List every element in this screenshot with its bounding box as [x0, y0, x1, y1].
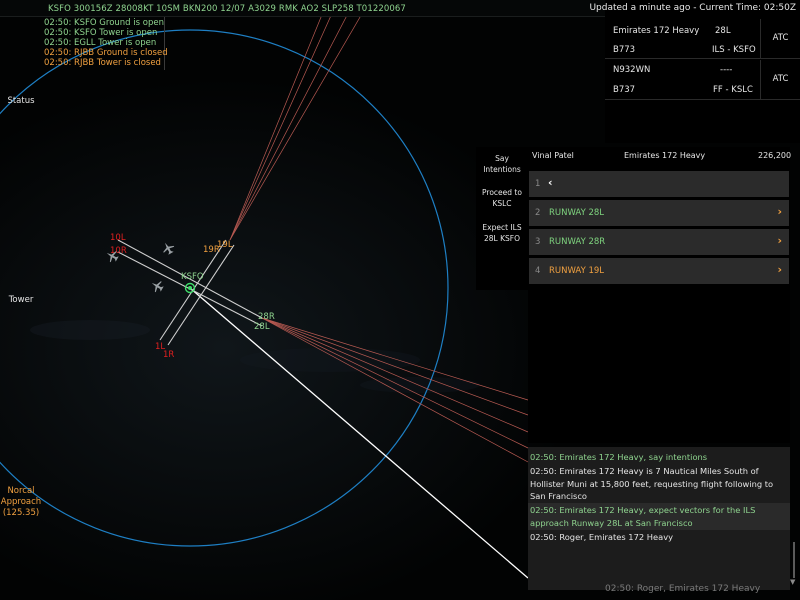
- facility-log-line: 02:50: RJBB Ground is closed: [44, 48, 168, 58]
- menu-option-runway-28l[interactable]: 2 RUNWAY 28L ›: [529, 200, 789, 226]
- score: 226,200: [758, 151, 792, 160]
- option-number: 2: [535, 208, 541, 218]
- strip-runway: ----: [720, 65, 733, 75]
- metar-text: KSFO 300156Z 28008KT 10SM BKN200 12/07 A…: [48, 4, 406, 14]
- chevron-right-icon: ›: [777, 234, 782, 247]
- option-number: 4: [535, 266, 541, 276]
- airport-label: KSFO: [181, 272, 204, 282]
- option-label: RUNWAY 28R: [549, 237, 606, 247]
- log-entry: 02:50: Roger, Emirates 172 Heavy: [530, 532, 674, 542]
- facility-log-line: 02:50: KSFO Ground is open: [44, 18, 164, 28]
- menu-option-runway-28r[interactable]: 3 RUNWAY 28R ›: [529, 229, 789, 255]
- flight-strip[interactable]: N932WN ---- B737 FF - KSLC ATC: [605, 60, 800, 100]
- back-icon: ‹: [548, 176, 553, 189]
- runway-label-10l: 10L: [110, 233, 126, 243]
- command-say-intentions[interactable]: Say Intentions: [476, 153, 528, 175]
- menu-option-runway-19l[interactable]: 4 RUNWAY 19L ›: [529, 258, 789, 284]
- chevron-right-icon: ›: [777, 205, 782, 218]
- status-bar: Updated a minute ago - Current Time: 02:…: [589, 0, 800, 17]
- strip-atc-button[interactable]: ATC: [760, 19, 800, 59]
- sidebar-norcal-approach[interactable]: Norcal Approach (125.35): [0, 486, 42, 519]
- strip-callsign: N932WN: [613, 65, 651, 75]
- controller-name: Vinal Patel: [532, 151, 574, 160]
- log-entry: 02:50: Emirates 172 Heavy, expect vector…: [528, 503, 790, 530]
- norcal-label-1: Norcal: [7, 486, 35, 496]
- command-label: Expect ILS: [482, 223, 522, 232]
- ghost-message: 02:50: Roger, Emirates 172 Heavy: [605, 584, 761, 594]
- sidebar-tower[interactable]: Tower: [0, 295, 42, 306]
- command-menu: Vinal Patel Emirates 172 Heavy 226,200 1…: [528, 147, 792, 443]
- norcal-frequency: (125.35): [2, 508, 40, 518]
- option-number: 1: [535, 179, 541, 189]
- facility-log-line: 02:50: EGLL Tower is open: [44, 38, 157, 48]
- strip-route: ILS - KSFO: [712, 45, 756, 55]
- strip-route: FF - KSLC: [713, 85, 753, 95]
- update-time: Updated a minute ago - Current Time: 02:…: [589, 3, 796, 13]
- menu-back-button[interactable]: 1 ‹: [529, 171, 789, 197]
- command-label: KSLC: [492, 199, 512, 208]
- command-expect-ils[interactable]: Expect ILS 28L KSFO: [476, 222, 528, 244]
- command-label: Proceed to: [482, 188, 522, 197]
- option-number: 3: [535, 237, 541, 247]
- log-entry: 02:50: Emirates 172 Heavy is 7 Nautical …: [530, 466, 774, 501]
- log-scrollbar[interactable]: ▼: [790, 540, 798, 588]
- scroll-down-icon[interactable]: ▼: [790, 578, 795, 586]
- option-label: RUNWAY 28L: [549, 208, 605, 218]
- flight-strips: Emirates 172 Heavy 28L B773 ILS - KSFO A…: [605, 17, 800, 143]
- strip-atc-button[interactable]: ATC: [760, 60, 800, 100]
- command-label: Say: [495, 154, 509, 163]
- strip-atc-label: ATC: [772, 33, 789, 43]
- runway-label-28r: 28R: [258, 312, 275, 322]
- facility-log: 02:50: KSFO Ground is open 02:50: KSFO T…: [40, 17, 168, 70]
- command-label: 28L KSFO: [483, 234, 520, 243]
- command-column: Say Intentions Proceed to KSLC Expect IL…: [476, 147, 528, 290]
- menu-callsign: Emirates 172 Heavy: [624, 151, 706, 160]
- strip-callsign: Emirates 172 Heavy: [613, 26, 700, 36]
- command-label: Intentions: [483, 165, 521, 174]
- strip-type: B773: [613, 45, 636, 55]
- command-proceed-to[interactable]: Proceed to KSLC: [476, 187, 528, 209]
- log-entry: 02:50: Emirates 172 Heavy, say intention…: [530, 452, 708, 462]
- strip-type: B737: [613, 85, 636, 95]
- norcal-label-2: Approach: [0, 497, 42, 507]
- runway-label-28l: 28L: [254, 322, 270, 332]
- communication-log[interactable]: 02:50: Emirates 172 Heavy, say intention…: [528, 447, 790, 590]
- facility-log-line: 02:50: KSFO Tower is open: [44, 28, 158, 38]
- sidebar-status[interactable]: Status: [0, 96, 42, 107]
- flight-strip[interactable]: Emirates 172 Heavy 28L B773 ILS - KSFO A…: [605, 19, 800, 59]
- runway-label-1r: 1R: [163, 350, 174, 360]
- chevron-right-icon: ›: [777, 263, 782, 276]
- option-label: RUNWAY 19L: [549, 266, 605, 276]
- strip-runway: 28L: [715, 26, 731, 36]
- scrollbar-track: [793, 542, 795, 578]
- strip-atc-label: ATC: [772, 74, 789, 84]
- facility-log-line: 02:50: RJBB Tower is closed: [44, 58, 161, 68]
- runway-label-19l: 19L: [217, 240, 233, 250]
- metar-bar: KSFO 300156Z 28008KT 10SM BKN200 12/07 A…: [0, 0, 605, 17]
